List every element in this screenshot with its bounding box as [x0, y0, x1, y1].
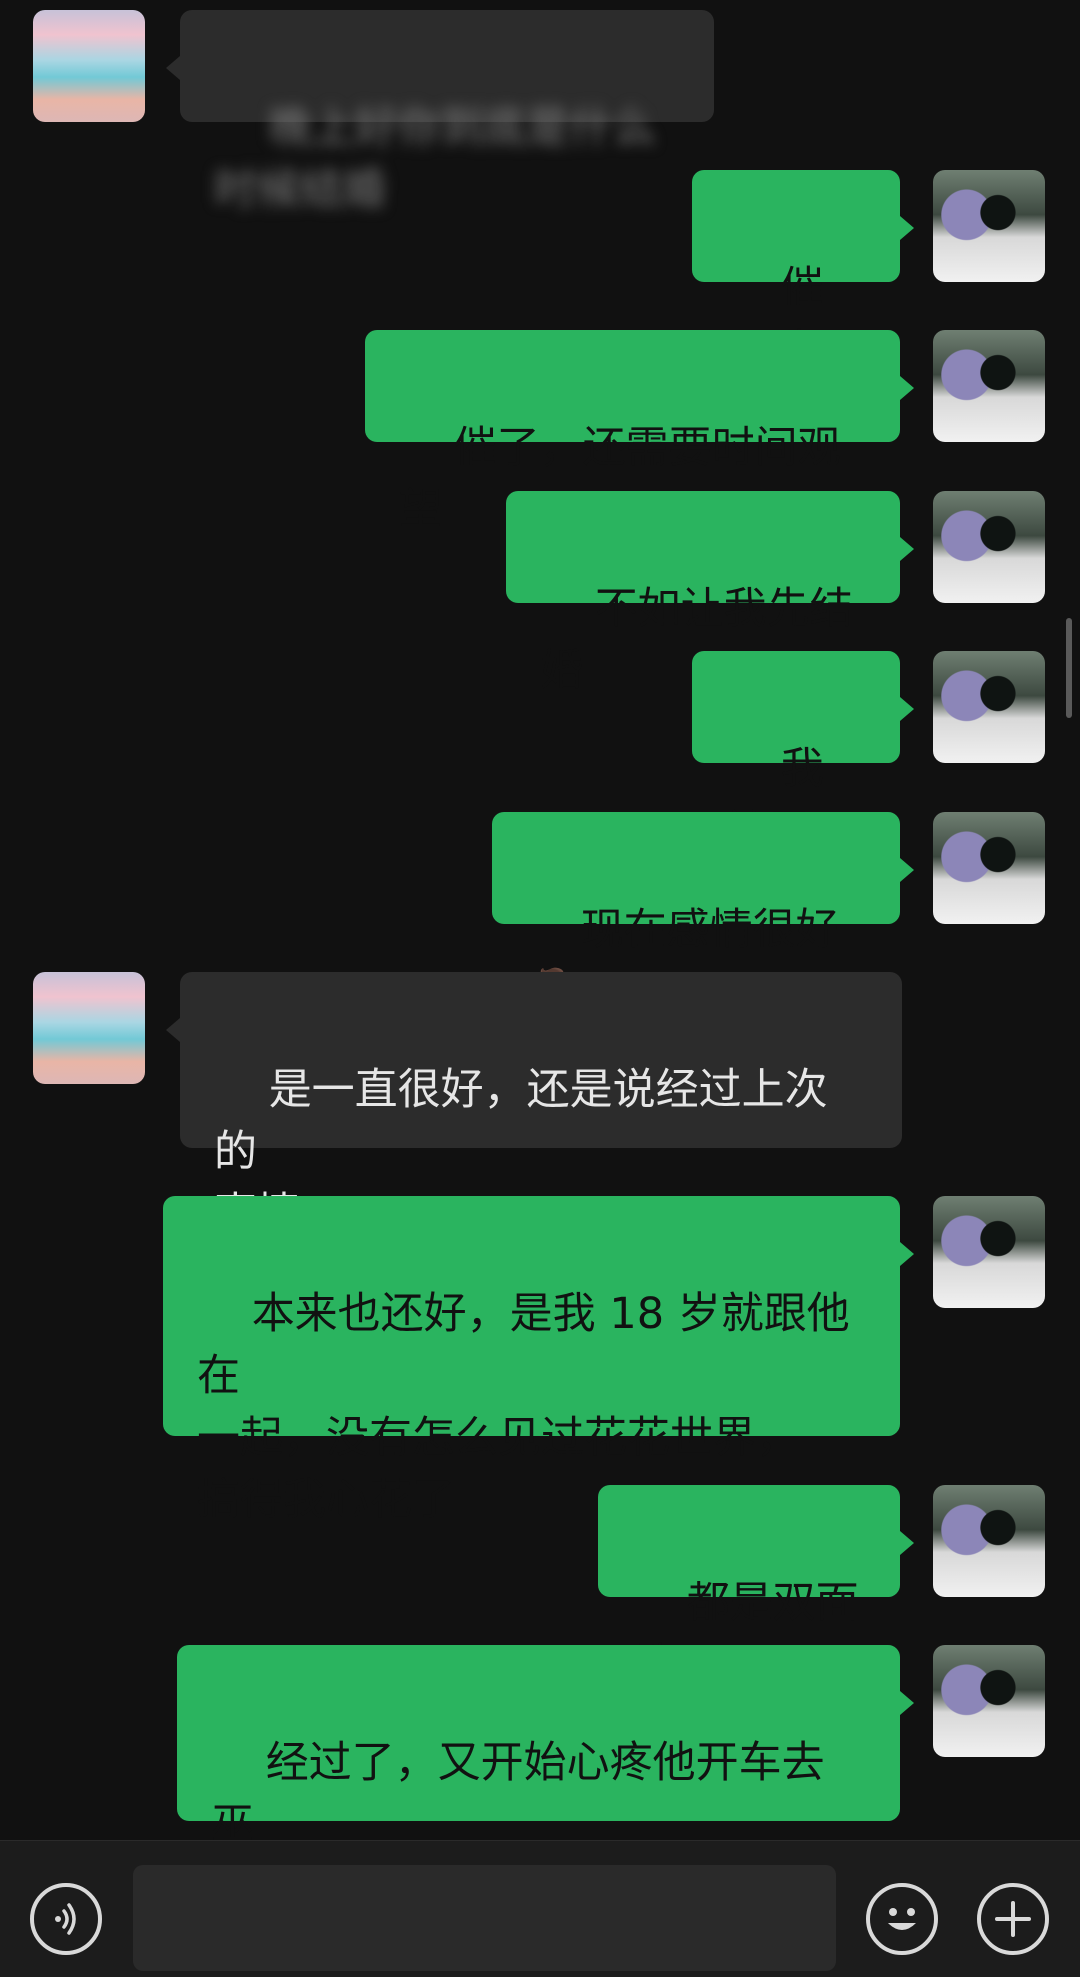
message-input[interactable] [133, 1865, 836, 1971]
my-avatar[interactable] [933, 330, 1045, 442]
scrollbar[interactable] [1066, 618, 1072, 718]
message-bubble-incoming[interactable]: 晚上好你到底是什么时候结婚 [166, 10, 714, 215]
my-avatar[interactable] [933, 491, 1045, 603]
emoji-button[interactable] [866, 1883, 938, 1955]
message-bubble-outgoing[interactable]: 不如让我先结婚 [506, 491, 914, 696]
emoji-icon [888, 1908, 916, 1930]
chat-history[interactable]: 晚上好你到底是什么时候结婚 催不动 催了，还需要时间观望 不如让我先结婚 我认了… [0, 0, 1080, 1840]
message-bubble-outgoing[interactable]: 现在感情很好🤦 [492, 812, 914, 1017]
message-bubble-outgoing[interactable]: 催了，还需要时间观望 [365, 330, 914, 535]
chat-input-toolbar [0, 1840, 1080, 1977]
message-bubble-outgoing[interactable]: 经过了，又开始心疼他开车去巫 山去了三次 [177, 1645, 914, 1840]
message-bubble-outgoing[interactable]: 都是双面性 [598, 1485, 914, 1690]
more-button[interactable] [977, 1883, 1049, 1955]
message-bubble-outgoing[interactable]: 本来也还好，是我 18 岁就跟他在 一起，没有怎么见过花花世界， 搞得我心花了 [163, 1196, 914, 1525]
my-avatar[interactable] [933, 1485, 1045, 1597]
my-avatar[interactable] [933, 651, 1045, 763]
voice-icon [55, 1903, 76, 1935]
voice-button[interactable] [30, 1883, 102, 1955]
plus-icon [995, 1901, 1031, 1937]
message-bubble-incoming[interactable]: 是一直很好，还是说经过上次的 事情? [166, 972, 902, 1239]
my-avatar[interactable] [933, 812, 1045, 924]
message-text: 经过了，又开始心疼他开车去巫 山去了三次 [211, 1738, 825, 1840]
my-avatar[interactable] [933, 1196, 1045, 1308]
message-bubble-outgoing[interactable]: 催不动 [692, 170, 914, 375]
message-text: 晚上好你到底是什么时候结婚 [214, 103, 656, 215]
my-avatar[interactable] [933, 1645, 1045, 1757]
contact-avatar[interactable] [33, 10, 145, 122]
message-bubble-outgoing[interactable]: 我认了 [692, 651, 914, 856]
my-avatar[interactable] [933, 170, 1045, 282]
contact-avatar[interactable] [33, 972, 145, 1084]
